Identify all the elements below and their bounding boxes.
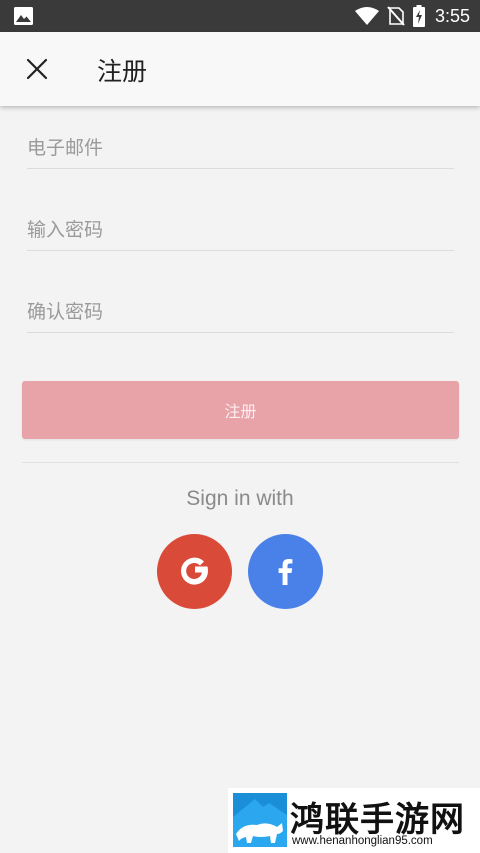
app-bar: 注册 — [0, 32, 480, 106]
register-button[interactable]: 注册 — [22, 381, 459, 439]
battery-charging-icon — [412, 5, 425, 27]
facebook-icon — [278, 559, 293, 585]
clock: 3:55 — [434, 5, 470, 26]
watermark-url: www.henanhonglian95.com — [292, 835, 433, 847]
sign-in-with-label: Sign in with — [186, 487, 294, 510]
wifi-icon — [354, 7, 379, 25]
status-icons: 3:55 — [347, 0, 470, 32]
status-bar: 3:55 — [0, 0, 480, 32]
email-field[interactable] — [27, 128, 454, 169]
google-icon — [181, 557, 208, 585]
confirm-password-field[interactable] — [27, 292, 454, 333]
image-icon — [14, 7, 33, 25]
bull-logo-icon — [233, 793, 287, 847]
watermark-title: 鸿联手游网 — [290, 800, 465, 840]
divider — [22, 462, 459, 463]
close-icon[interactable] — [25, 57, 49, 81]
facebook-sign-in-button[interactable] — [248, 534, 323, 609]
page-title: 注册 — [97, 57, 148, 86]
password-field[interactable] — [27, 210, 454, 251]
google-sign-in-button[interactable] — [157, 534, 232, 609]
no-sim-icon — [387, 6, 405, 26]
watermark: 鸿联手游网 www.henanhonglian95.com — [228, 788, 480, 853]
